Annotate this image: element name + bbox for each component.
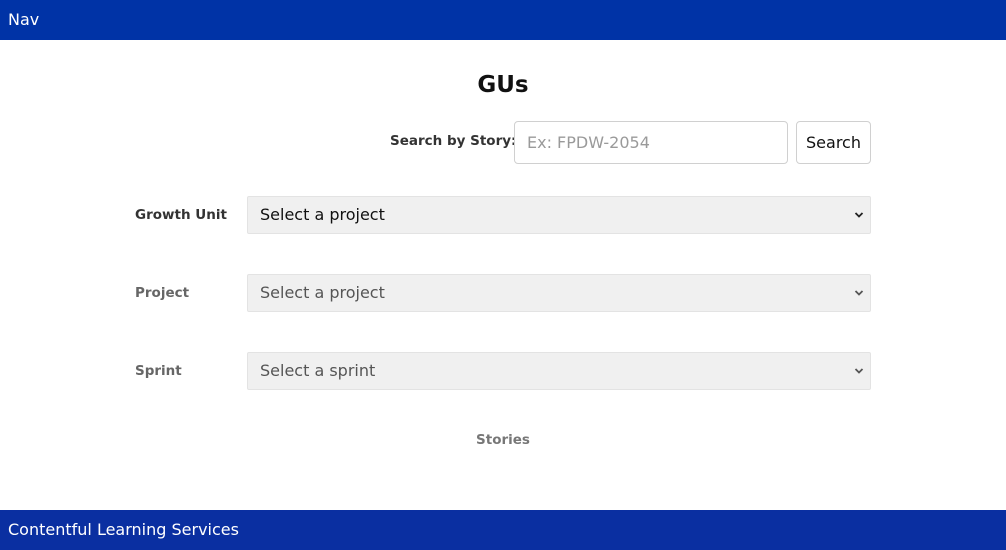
sprint-selected-value: Select a sprint: [260, 361, 376, 380]
growth-unit-label: Growth Unit: [135, 207, 227, 223]
sprint-select[interactable]: Select a sprint: [247, 352, 871, 390]
search-button[interactable]: Search: [796, 121, 871, 164]
chevron-down-icon: [854, 212, 864, 218]
growth-unit-select[interactable]: Select a project: [247, 196, 871, 234]
chevron-down-icon: [854, 290, 864, 296]
growth-unit-selected-value: Select a project: [260, 205, 385, 224]
sprint-label: Sprint: [135, 363, 182, 379]
project-label: Project: [135, 285, 190, 301]
search-label: Search by Story:: [390, 133, 517, 149]
project-selected-value: Select a project: [260, 283, 385, 302]
chevron-down-icon: [854, 368, 864, 374]
stories-heading: Stories: [476, 432, 530, 448]
project-select[interactable]: Select a project: [247, 274, 871, 312]
footer-bar: Contentful Learning Services: [0, 510, 1006, 550]
page-title: GUs: [477, 72, 529, 98]
footer-text: Contentful Learning Services: [8, 520, 239, 539]
nav-title[interactable]: Nav: [8, 10, 39, 29]
story-search-input[interactable]: [514, 121, 788, 164]
top-nav-bar: Nav: [0, 0, 1006, 40]
